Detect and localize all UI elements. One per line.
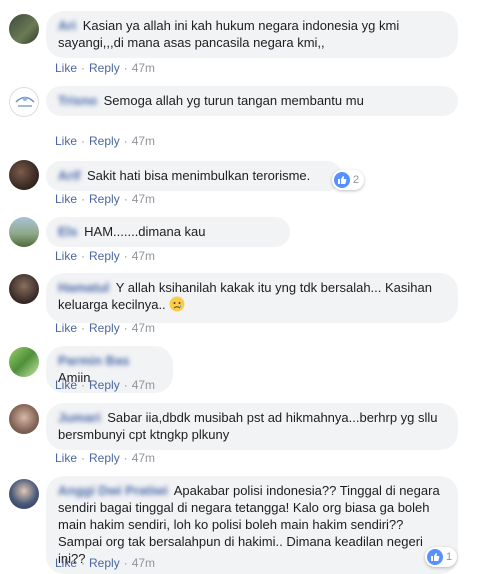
- separator: ·: [123, 134, 128, 148]
- timestamp[interactable]: 47m: [132, 556, 155, 570]
- like-link[interactable]: Like: [55, 321, 77, 335]
- commenter-name[interactable]: Trisno: [58, 93, 97, 108]
- comment-actions: Like · Reply · 47m: [55, 321, 155, 335]
- like-link[interactable]: Like: [55, 249, 77, 263]
- commenter-name[interactable]: Parmin Bas: [58, 353, 130, 368]
- avatar[interactable]: [9, 274, 39, 304]
- comment-text: Semoga allah yg turun tangan membantu mu: [103, 93, 364, 108]
- comment-bubble: Els HAM.......dimana kau: [46, 217, 290, 247]
- separator: ·: [123, 451, 128, 465]
- separator: ·: [81, 451, 86, 465]
- comment-actions: Like · Reply · 47m: [55, 451, 155, 465]
- commenter-name[interactable]: Jumari: [58, 410, 101, 425]
- timestamp[interactable]: 47m: [132, 321, 155, 335]
- like-reaction-icon: [334, 172, 350, 188]
- comment-actions: Like · Reply · 47m: [55, 192, 155, 206]
- avatar[interactable]: [9, 87, 39, 117]
- reply-link[interactable]: Reply: [89, 61, 120, 75]
- timestamp[interactable]: 47m: [132, 61, 155, 75]
- separator: ·: [81, 192, 86, 206]
- reaction-number: 1: [446, 551, 453, 563]
- sad-tear-emoji: [169, 296, 185, 316]
- avatar[interactable]: [9, 160, 39, 190]
- separator: ·: [81, 378, 86, 392]
- reaction-count[interactable]: 1: [425, 547, 458, 567]
- comment-text: Sakit hati bisa menimbulkan terorisme.: [87, 168, 311, 183]
- avatar[interactable]: [9, 217, 39, 247]
- avatar[interactable]: [9, 347, 39, 377]
- comment-text: Y allah ksihanilah kakak itu yng tdk ber…: [58, 280, 432, 312]
- reply-link[interactable]: Reply: [89, 451, 120, 465]
- commenter-name[interactable]: Hamatul: [58, 280, 109, 295]
- separator: ·: [123, 378, 128, 392]
- timestamp[interactable]: 47m: [132, 249, 155, 263]
- timestamp[interactable]: 47m: [132, 134, 155, 148]
- comment-bubble: Arif Sakit hati bisa menimbulkan teroris…: [46, 161, 342, 191]
- comment-bubble: Hamatul Y allah ksihanilah kakak itu yng…: [46, 273, 458, 323]
- reply-link[interactable]: Reply: [89, 134, 120, 148]
- like-link[interactable]: Like: [55, 556, 77, 570]
- separator: ·: [123, 556, 128, 570]
- comment-text: Sabar iia,dbdk musibah pst ad hikmahnya.…: [58, 410, 438, 442]
- like-link[interactable]: Like: [55, 378, 77, 392]
- reaction-number: 2: [353, 174, 360, 186]
- like-link[interactable]: Like: [55, 134, 77, 148]
- separator: ·: [123, 249, 128, 263]
- reply-link[interactable]: Reply: [89, 192, 120, 206]
- reaction-count[interactable]: 2: [332, 170, 365, 190]
- commenter-name[interactable]: Arif: [58, 168, 80, 183]
- comment-actions: Like · Reply · 47m: [55, 556, 155, 570]
- separator: ·: [81, 321, 86, 335]
- timestamp[interactable]: 47m: [132, 192, 155, 206]
- separator: ·: [123, 61, 128, 75]
- comment-actions: Like · Reply · 47m: [55, 378, 155, 392]
- commenter-name[interactable]: Ari: [58, 18, 76, 33]
- timestamp[interactable]: 47m: [132, 451, 155, 465]
- like-link[interactable]: Like: [55, 61, 77, 75]
- commenter-name[interactable]: Anggi Dwi Pratiwi: [58, 483, 168, 498]
- reply-link[interactable]: Reply: [89, 249, 120, 263]
- comment-bubble: Trisno Semoga allah yg turun tangan memb…: [46, 86, 458, 116]
- comment-bubble: Jumari Sabar iia,dbdk musibah pst ad hik…: [46, 403, 458, 450]
- comment-actions: Like · Reply · 47m: [55, 61, 155, 75]
- avatar[interactable]: [9, 14, 39, 44]
- comment-actions: Like · Reply · 47m: [55, 249, 155, 263]
- timestamp[interactable]: 47m: [132, 378, 155, 392]
- comment-text: HAM.......dimana kau: [84, 224, 206, 239]
- reply-link[interactable]: Reply: [89, 556, 120, 570]
- separator: ·: [81, 556, 86, 570]
- like-reaction-icon: [427, 549, 443, 565]
- commenter-name[interactable]: Els: [58, 224, 78, 239]
- comment-actions: Like · Reply · 47m: [55, 134, 155, 148]
- avatar[interactable]: [9, 479, 39, 509]
- reply-link[interactable]: Reply: [89, 321, 120, 335]
- separator: ·: [81, 134, 86, 148]
- like-link[interactable]: Like: [55, 451, 77, 465]
- reply-link[interactable]: Reply: [89, 378, 120, 392]
- separator: ·: [81, 61, 86, 75]
- comment-text: Kasian ya allah ini kah hukum negara ind…: [58, 18, 400, 50]
- separator: ·: [123, 192, 128, 206]
- like-link[interactable]: Like: [55, 192, 77, 206]
- separator: ·: [81, 249, 86, 263]
- avatar[interactable]: [9, 404, 39, 434]
- separator: ·: [123, 321, 128, 335]
- comment-bubble: Ari Kasian ya allah ini kah hukum negara…: [46, 11, 458, 58]
- avatar-logo-icon: [15, 96, 35, 107]
